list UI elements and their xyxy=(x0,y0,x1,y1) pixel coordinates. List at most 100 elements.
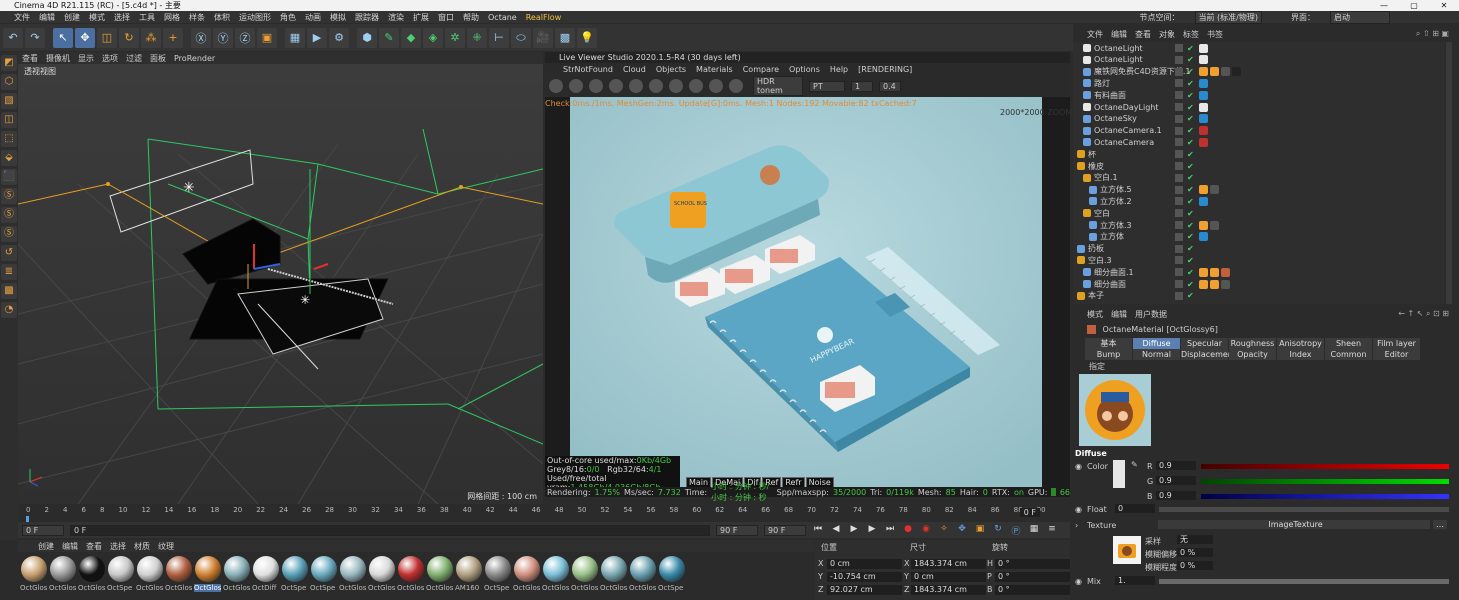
tag-icon[interactable] xyxy=(1199,279,1208,289)
tag-icon[interactable] xyxy=(1199,78,1208,88)
mat-menu-edit[interactable]: 编辑 xyxy=(62,541,78,552)
tab-anisotropy[interactable]: Anisotropy xyxy=(1277,338,1324,349)
tab-diffuse[interactable]: Diffuse xyxy=(1133,338,1180,349)
layers-icon[interactable]: ≣ xyxy=(1,264,17,280)
tag-icon[interactable] xyxy=(1199,67,1208,77)
blur-offset-field[interactable]: 0 % xyxy=(1177,548,1213,557)
am-menu-mode[interactable]: 模式 xyxy=(1087,309,1103,320)
material-item[interactable]: OctGlos xyxy=(194,553,221,598)
layer-icon[interactable] xyxy=(1175,232,1183,241)
enabled-check-icon[interactable]: ✔ xyxy=(1187,150,1194,159)
object-name[interactable]: 立方体.2 xyxy=(1100,196,1132,207)
frame-range-slider[interactable]: 0 F xyxy=(70,524,710,536)
viewport-menu-options[interactable]: 选项 xyxy=(102,53,118,64)
object-name[interactable]: 扔板 xyxy=(1088,243,1104,254)
render-region-icon[interactable]: ▦ xyxy=(285,27,305,48)
object-name[interactable]: OctaneDayLight xyxy=(1094,103,1159,112)
layer-icon[interactable] xyxy=(1175,256,1183,265)
layer-icon[interactable] xyxy=(1175,150,1183,159)
key-scale-icon[interactable]: ▣ xyxy=(974,524,986,536)
settings-icon[interactable] xyxy=(629,79,643,93)
assign-label[interactable]: 指定 xyxy=(1089,361,1105,372)
rot-p-field[interactable]: 0 ° xyxy=(995,572,1070,582)
object-name[interactable]: 细分曲面.1 xyxy=(1094,267,1134,278)
menu-animate[interactable]: 动画 xyxy=(305,12,321,23)
object-row[interactable]: 魔铁网免费C4D资源下载.1 ✔ xyxy=(1073,66,1445,78)
float-radio-icon[interactable]: ◉ xyxy=(1075,505,1082,514)
restart-icon[interactable] xyxy=(569,79,583,93)
material-item[interactable]: OctGlos xyxy=(542,553,569,598)
start-frame-field[interactable]: 0 F xyxy=(22,524,64,536)
lv-menu-cloud[interactable]: Cloud xyxy=(623,65,646,74)
object-row[interactable]: 空白.3 ✔ xyxy=(1073,254,1445,266)
texture-arrow-icon[interactable]: › xyxy=(1075,521,1078,530)
mat-menu-texture[interactable]: 纹理 xyxy=(158,541,174,552)
pos-x-field[interactable]: 0 cm xyxy=(827,559,902,569)
object-row[interactable]: 立方体 ✔ xyxy=(1073,231,1445,243)
size-z-field[interactable]: 1843.374 cm xyxy=(911,585,986,595)
menu-create[interactable]: 创建 xyxy=(64,12,80,23)
mat-menu-view[interactable]: 查看 xyxy=(86,541,102,552)
tab-film[interactable]: Film layer xyxy=(1373,338,1420,349)
b-slider[interactable] xyxy=(1201,494,1449,499)
tag-icon[interactable] xyxy=(1199,267,1208,277)
extrude-icon[interactable]: ◈ xyxy=(423,27,443,48)
eyedropper-icon[interactable]: ✎ xyxy=(1131,460,1138,469)
menu-select[interactable]: 选择 xyxy=(114,12,130,23)
layer-icon[interactable] xyxy=(1175,244,1183,253)
object-row[interactable]: OctaneLight ✔ xyxy=(1073,54,1445,66)
perspective-viewport[interactable]: ✳ ✳ 透视视图 网格间距 : 100 cm xyxy=(18,64,543,504)
go-end-icon[interactable]: ⏭ xyxy=(884,524,896,536)
material-item[interactable]: OctSpe xyxy=(484,553,511,598)
material-item[interactable]: OctGlos xyxy=(513,553,540,598)
stop-icon[interactable] xyxy=(609,79,623,93)
enabled-check-icon[interactable]: ✔ xyxy=(1187,185,1194,194)
pos-z-field[interactable]: 92.027 cm xyxy=(827,585,902,595)
object-name[interactable]: 细分曲面 xyxy=(1094,279,1126,290)
tag-icon[interactable] xyxy=(1221,279,1230,289)
menu-mode[interactable]: 模式 xyxy=(89,12,105,23)
material-item[interactable]: OctSpe xyxy=(658,553,685,598)
om-menu-edit[interactable]: 编辑 xyxy=(1111,29,1127,40)
snap-s3-icon[interactable]: Ⓢ xyxy=(1,226,17,242)
enabled-check-icon[interactable]: ✔ xyxy=(1187,173,1194,182)
material-item[interactable]: OctSpe xyxy=(310,553,337,598)
menu-tracker[interactable]: 跟踪器 xyxy=(355,12,379,23)
menu-render[interactable]: 渲染 xyxy=(388,12,404,23)
lv-menu-help[interactable]: Help xyxy=(830,65,848,74)
object-row[interactable]: OctaneCamera ✔ xyxy=(1073,136,1445,148)
material-item[interactable]: OctGlos xyxy=(223,553,250,598)
object-name[interactable]: 路灯 xyxy=(1094,78,1110,89)
timeline-current-frame[interactable]: 0 F xyxy=(1019,508,1040,517)
layout-select[interactable]: 启动 xyxy=(1330,10,1390,24)
object-row[interactable]: 细分曲面 ✔ xyxy=(1073,278,1445,290)
material-item[interactable]: OctGlos xyxy=(339,553,366,598)
play-icon[interactable]: ▶ xyxy=(848,524,860,536)
tag-icon[interactable] xyxy=(1199,126,1208,136)
object-row[interactable]: 路灯 ✔ xyxy=(1073,77,1445,89)
layer-icon[interactable] xyxy=(1175,44,1183,52)
go-start-icon[interactable]: ⏮ xyxy=(812,524,824,536)
object-list-scrollbar[interactable] xyxy=(1446,42,1452,304)
menu-character[interactable]: 角色 xyxy=(280,12,296,23)
tag-icon[interactable] xyxy=(1199,90,1208,100)
undo-icon[interactable]: ↶ xyxy=(3,27,23,48)
layer-icon[interactable] xyxy=(1175,197,1183,206)
layer-icon[interactable] xyxy=(1175,91,1183,100)
enabled-check-icon[interactable]: ✔ xyxy=(1187,244,1194,253)
snap-s2-icon[interactable]: Ⓢ xyxy=(1,207,17,223)
cloner-icon[interactable]: ✲ xyxy=(445,27,465,48)
viewport-menu-panel[interactable]: 面板 xyxy=(150,53,166,64)
enabled-check-icon[interactable]: ✔ xyxy=(1187,209,1194,218)
lv-menu-strnotfound[interactable]: StrNotFound xyxy=(563,65,613,74)
tab-bump[interactable]: Bump xyxy=(1085,349,1132,360)
menu-window[interactable]: 窗口 xyxy=(438,12,454,23)
mat-menu-select[interactable]: 选择 xyxy=(110,541,126,552)
layer-icon[interactable] xyxy=(1175,67,1183,76)
layer-icon[interactable] xyxy=(1175,162,1183,170)
texture-more-button[interactable]: … xyxy=(1433,520,1447,529)
object-row[interactable]: 细分曲面.1 ✔ xyxy=(1073,266,1445,278)
tag-icon[interactable] xyxy=(1232,67,1241,77)
lock-icon[interactable] xyxy=(649,79,663,93)
mix-slider[interactable] xyxy=(1159,579,1449,584)
